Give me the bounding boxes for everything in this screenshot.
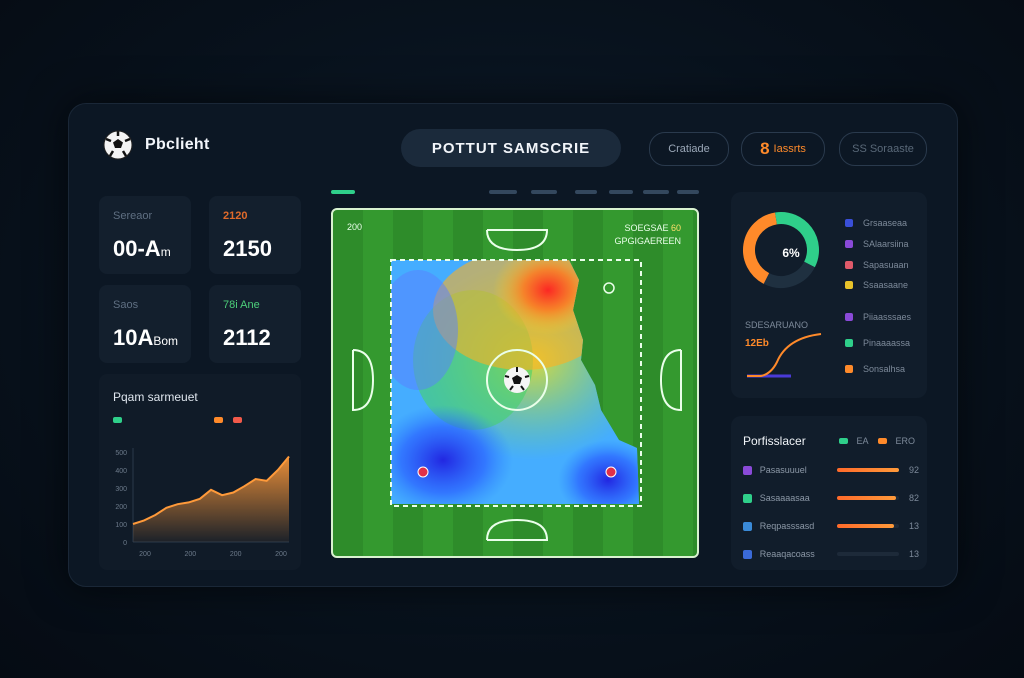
pitch-tab[interactable] [677,190,699,194]
pitch-panel: 200 SOEGSAE 60 GPGIGAEREEN [331,190,699,558]
stat-tile-1: Sereaor 00-Am [99,196,191,274]
row-bar-track [837,468,899,472]
x-tick-label: 200 [275,551,287,558]
row-value: 82 [908,493,919,503]
stat-label: 2120 [223,210,248,222]
stat-label: Saos [113,299,139,311]
performance-row[interactable]: Pasasuuuel 92 [743,462,919,478]
row-bar-fill [837,524,895,528]
performance-legend: EA ERO [839,436,915,446]
row-bar-fill [837,468,899,472]
row-bar-track [837,552,899,556]
stat-value: 10ABom [113,325,179,350]
area-chart: 0 100 200 300 400 500 200 200 200 200 [115,448,290,558]
stat-tile-3: Saos 10ABom [99,285,191,363]
performance-title: Porfisslacer [743,434,806,448]
pitch-tab-active[interactable] [331,190,355,194]
row-bar-track [837,524,899,528]
y-tick-label: 300 [115,486,127,493]
row-label: Reqpasssasd [759,521,815,531]
brand-name: Pbclieht [145,136,210,153]
heatmap-pitch[interactable]: 200 SOEGSAE 60 GPGIGAEREEN [331,208,699,558]
stat-tile-2: 2120 2150 [209,196,301,274]
stat-value: 00-Am [113,236,171,261]
x-tick-label: 200 [230,551,242,558]
soccer-ball-icon [103,130,133,160]
x-tick-label: 200 [139,551,151,558]
header-button-3-label: SS Soraaste [852,143,914,155]
header-button-1-label: Cratiade [668,143,710,155]
stat-label: 78i Ane [223,299,260,311]
y-tick-label: 100 [115,522,127,529]
area-chart-card: Pqam sarmeuet 0 100 200 300 400 500 200 200 200 2… [99,374,301,570]
pitch-score: SOEGSAE 60 GPGIGAEREEN [614,223,681,246]
performance-row[interactable]: Reaaqacoass 13 [743,546,919,562]
y-tick-label: 0 [123,540,127,547]
header-button-2[interactable]: 8 Iassrts [741,132,825,166]
performance-card: Porfisslacer EA ERO Pasasuuuel 92 Sasaaaas… [731,416,927,570]
stat-label: Sereaor [113,210,153,222]
row-label: Sasaaaasaa [759,493,810,503]
dashboard-window: Pbclieht POTTUT SAMSCRIE Cratiade 8 Iass… [68,103,958,587]
row-bar-fill [837,496,896,500]
pitch-tab[interactable] [609,190,633,194]
row-label: Reaaqacoass [759,549,815,559]
row-value: 13 [908,521,919,531]
header-button-1[interactable]: Cratiade [649,132,729,166]
pitch-tab[interactable] [643,190,669,194]
brand[interactable]: Pbclieht [103,130,210,160]
page-title: POTTUT SAMSCRIE [401,129,621,167]
header-button-3[interactable]: SS Soraaste [839,132,927,166]
y-tick-label: 200 [115,504,127,511]
pitch-tab[interactable] [489,190,517,194]
row-bar-track [837,496,899,500]
row-value: 92 [908,465,919,475]
y-tick-label: 500 [115,450,127,457]
row-icon [743,493,752,503]
y-tick-label: 400 [115,468,127,475]
pitch-tab[interactable] [531,190,557,194]
x-tick-label: 200 [184,551,196,558]
pitch-tab[interactable] [575,190,597,194]
performance-row[interactable]: Sasaaaasaa 82 [743,490,919,506]
row-icon [743,465,752,475]
performance-row[interactable]: Reqpasssasd 13 [743,518,919,534]
header-button-2-prefix: 8 [760,139,770,158]
row-label: Pasasuuuel [759,465,807,475]
pitch-corner-label: 200 [347,222,363,232]
row-icon [743,549,752,559]
row-value: 13 [908,549,919,559]
stat-tile-4: 78i Ane 2112 [209,285,301,363]
header-button-2-label: Iassrts [773,143,806,155]
heatmap [352,229,682,541]
stat-value: 2150 [223,236,272,261]
sparkline [747,333,822,378]
donut-card: 6% Grsaaseaa SAlaarsiina Sapasuaan Ssaasaan… [731,192,927,398]
row-icon [743,521,752,531]
stat-value: 2112 [223,325,271,350]
area-fill [133,456,289,542]
